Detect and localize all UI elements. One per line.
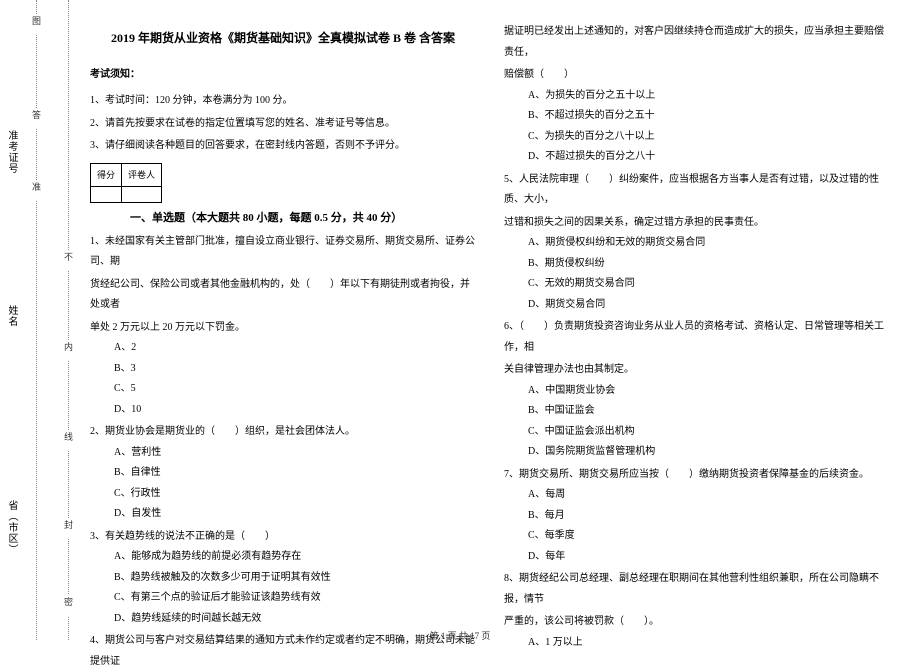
q3-option-d: D、趋势线延续的时间越长越无效 [90,609,476,630]
q6-stem: 关自律管理办法也由其制定。 [504,360,890,381]
q5-option-d: D、期货交易合同 [504,295,890,316]
q2-option-b: B、自律性 [90,463,476,484]
q7-option-b: B、每月 [504,506,890,527]
q2-option-d: D、自发性 [90,504,476,525]
exam-page: 图 答 准 不 内 线 封 密 准考证号 姓名 省（市区） 2019 年期货从业… [0,0,920,650]
q5-option-b: B、期货侵权纠纷 [504,254,890,275]
q2-stem: 2、期货业协会是期货业的（ ）组织，是社会团体法人。 [90,422,476,443]
inner-marker: 封 [62,518,75,539]
q1-option-b: B、3 [90,359,476,380]
outer-marker: 准 [30,180,43,201]
q8-stem: 8、期货经纪公司总经理、副总经理在职期间在其他营利性组织兼职，所在公司隐瞒不报，… [504,569,890,610]
q5-option-c: C、无效的期货交易合同 [504,274,890,295]
q3-option-b: B、趋势线被触及的次数多少可用于证明其有效性 [90,568,476,589]
dotted-seal-line-outer [36,0,37,640]
notice-item: 3、请仔细阅读各种题目的回答要求，在密封线内答题，否则不予评分。 [90,136,476,157]
q4-stem-cont: 据证明已经发出上述通知的，对客户因继续持仓而造成扩大的损失，应当承担主要赔偿责任… [504,22,890,63]
q1-stem: 1、未经国家有关主管部门批准，擅自设立商业银行、证券交易所、期货交易所、证券公司… [90,232,476,273]
q1-option-c: C、5 [90,379,476,400]
outer-marker: 图 [30,14,43,35]
section-1-title: 一、单选题（本大题共 80 小题，每题 0.5 分，共 40 分） [130,207,402,230]
q3-stem: 3、有关趋势线的说法不正确的是（ ） [90,527,476,548]
q4-option-b: B、不超过损失的百分之五十 [504,106,890,127]
notice-item: 1、考试时间：120 分钟，本卷满分为 100 分。 [90,91,476,112]
q6-option-d: D、国务院期货监督管理机构 [504,442,890,463]
inner-marker: 密 [62,595,75,616]
score-header: 得分 [91,163,122,186]
q7-stem: 7、期货交易所、期货交易所应当按（ ）缴纳期货投资者保障基金的后续资金。 [504,465,890,486]
dotted-seal-line-inner [68,0,69,640]
q4-option-c: C、为损失的百分之八十以上 [504,127,890,148]
grader-cell [122,187,162,203]
notice-item: 2、请首先按要求在试卷的指定位置填写您的姓名、准考证号等信息。 [90,114,476,135]
q6-stem: 6、（ ）负责期货投资咨询业务从业人员的资格考试、资格认定、日常管理等相关工作，… [504,317,890,358]
score-cell [91,187,122,203]
q1-stem: 单处 2 万元以上 20 万元以下罚金。 [90,318,476,339]
q6-option-a: A、中国期货业协会 [504,381,890,402]
right-column: 据证明已经发出上述通知的，对客户因继续持仓而造成扩大的损失，应当承担主要赔偿责任… [504,20,890,605]
content-columns: 2019 年期货从业资格《期货基础知识》全真模拟试卷 B 卷 含答案 考试须知：… [90,20,890,605]
q5-option-a: A、期货侵权纠纷和无效的期货交易合同 [504,233,890,254]
inner-marker: 内 [62,340,75,361]
notice-heading: 考试须知： [90,65,476,86]
exam-id-field-label: 准考证号 [4,130,19,174]
q7-option-a: A、每周 [504,485,890,506]
binding-sidebar: 图 答 准 不 内 线 封 密 准考证号 姓名 省（市区） [0,0,85,650]
q1-option-a: A、2 [90,338,476,359]
outer-marker: 答 [30,108,43,129]
q3-option-c: C、有第三个点的验证后才能验证该趋势线有效 [90,588,476,609]
q6-option-c: C、中国证监会派出机构 [504,422,890,443]
name-field-label: 姓名 [4,305,19,327]
exam-title: 2019 年期货从业资格《期货基础知识》全真模拟试卷 B 卷 含答案 [90,26,476,51]
q7-option-d: D、每年 [504,547,890,568]
q4-option-d: D、不超过损失的百分之八十 [504,147,890,168]
q5-stem: 过错和损失之间的因果关系，确定过错方承担的民事责任。 [504,213,890,234]
q6-option-b: B、中国证监会 [504,401,890,422]
q4-stem-cont: 赔偿额（ ） [504,65,890,86]
q1-option-d: D、10 [90,400,476,421]
score-table: 得分 评卷人 [90,163,162,203]
q2-option-a: A、营利性 [90,443,476,464]
inner-marker: 线 [62,430,75,451]
left-column: 2019 年期货从业资格《期货基础知识》全真模拟试卷 B 卷 含答案 考试须知：… [90,20,476,605]
q1-stem: 货经纪公司、保险公司或者其他金融机构的，处（ ）年以下有期徒刑或者拘役，并处或者 [90,275,476,316]
q5-stem: 5、人民法院审理（ ）纠纷案件，应当根据各方当事人是否有过错，以及过错的性质、大… [504,170,890,211]
q2-option-c: C、行政性 [90,484,476,505]
region-field-label: 省（市区） [4,500,19,555]
q4-option-a: A、为损失的百分之五十以上 [504,86,890,107]
section-header-row: 得分 评卷人 一、单选题（本大题共 80 小题，每题 0.5 分，共 40 分） [90,157,476,230]
q3-option-a: A、能够成为趋势线的前提必须有趋势存在 [90,547,476,568]
page-footer: 第 1 页 共 17 页 [0,629,920,642]
grader-header: 评卷人 [122,163,162,186]
inner-marker: 不 [62,250,75,271]
q7-option-c: C、每季度 [504,526,890,547]
